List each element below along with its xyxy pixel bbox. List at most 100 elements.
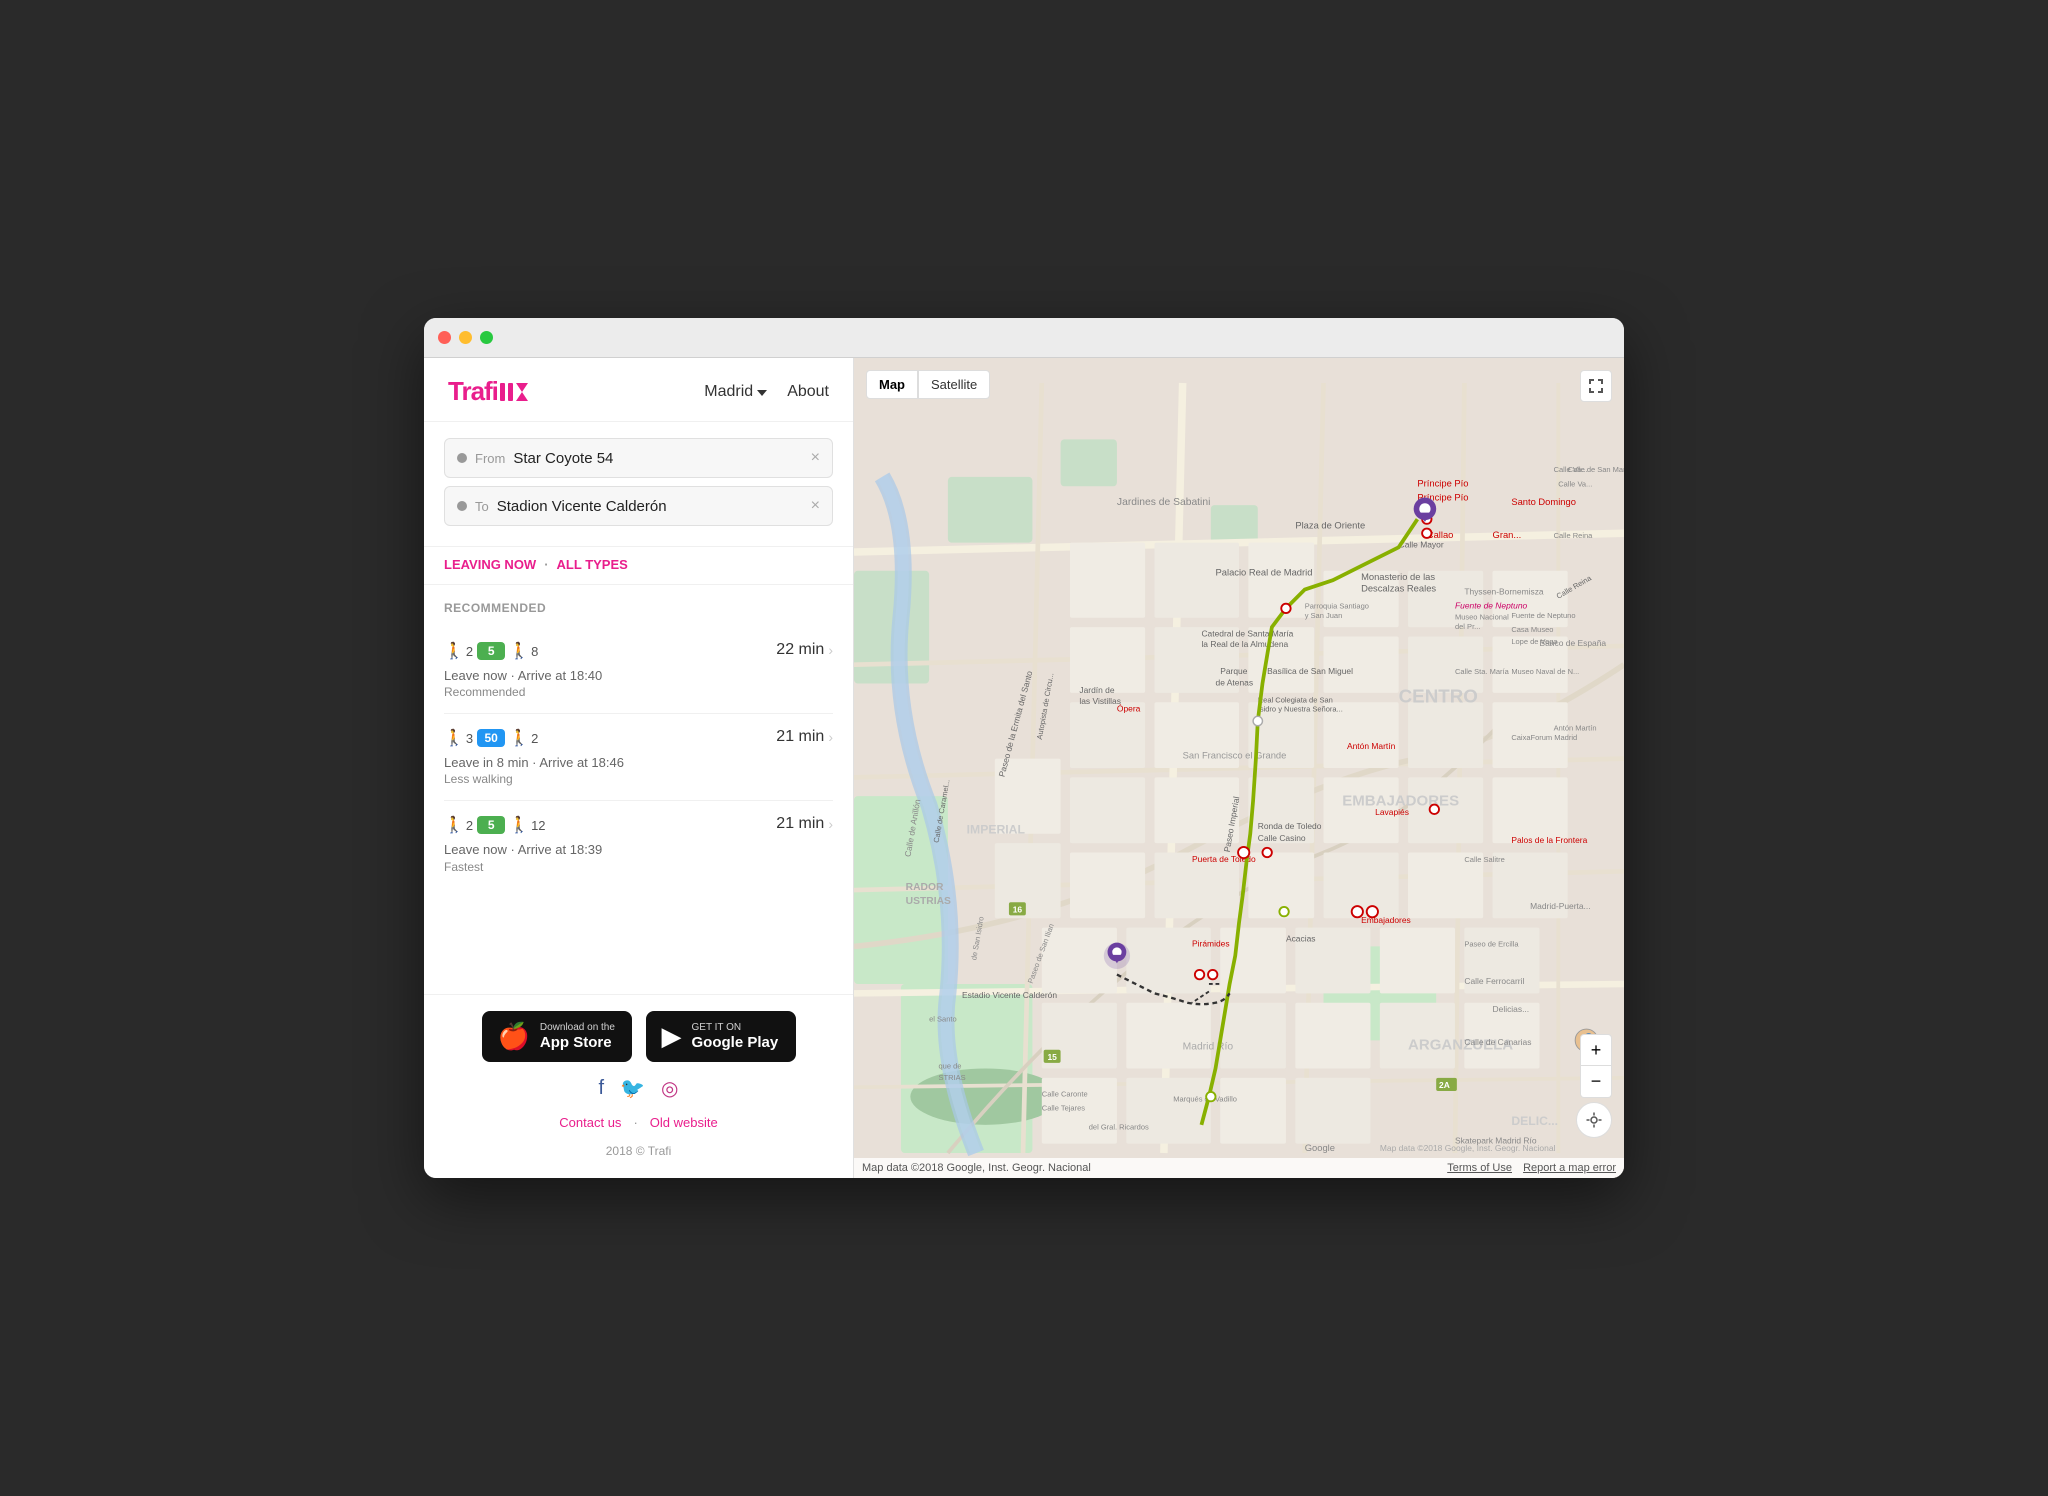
route-tag: Less walking (444, 772, 776, 786)
about-link[interactable]: About (787, 383, 829, 401)
svg-text:Lope de Vega: Lope de Vega (1511, 637, 1558, 646)
zoom-in-button[interactable]: + (1580, 1034, 1612, 1066)
svg-text:Calle Caronte: Calle Caronte (1042, 1090, 1088, 1099)
map-attribution-text: Map data ©2018 Google, Inst. Geogr. Naci… (862, 1162, 1091, 1174)
bus-badge-5b: 5 (477, 816, 505, 834)
zoom-out-button[interactable]: − (1580, 1066, 1612, 1098)
route-arrow-icon: › (828, 816, 833, 832)
svg-text:Santo Domingo: Santo Domingo (1511, 496, 1576, 507)
svg-text:Palacio Real de Madrid: Palacio Real de Madrid (1216, 567, 1313, 578)
map-container[interactable]: Calle Mayor Calle Reina Paseo Imperial C… (854, 358, 1624, 1178)
map-expand-button[interactable] (1580, 370, 1612, 402)
bus-badge-5: 5 (477, 642, 505, 660)
routes-section: RECOMMENDED 🚶 2 5 🚶 8 (424, 585, 853, 994)
walk-icon-2: 🚶 12 (509, 815, 545, 835)
svg-text:de Atenas: de Atenas (1216, 677, 1254, 687)
svg-text:Google: Google (1305, 1142, 1335, 1153)
facebook-icon[interactable]: f (599, 1077, 605, 1100)
route-time-info: Leave now · Arrive at 18:40 (444, 667, 776, 685)
svg-text:y San Juan: y San Juan (1305, 611, 1343, 620)
to-input-row[interactable]: To Stadion Vicente Calderón × (444, 486, 833, 526)
locate-button[interactable] (1576, 1102, 1612, 1138)
app-store-button[interactable]: 🍎 Download on the App Store (482, 1011, 632, 1062)
svg-text:Delicias...: Delicias... (1493, 1004, 1530, 1014)
svg-text:Plaza de Oriente: Plaza de Oriente (1295, 520, 1365, 531)
to-location-icon (457, 501, 467, 511)
all-types-filter[interactable]: ALL TYPES (557, 557, 628, 572)
from-input-row[interactable]: From Star Coyote 54 × (444, 438, 833, 478)
map-view-button[interactable]: Map (866, 370, 918, 399)
route-item[interactable]: 🚶 2 5 🚶 12 Leave now · Arrive at 18:39 F… (444, 801, 833, 887)
route-item[interactable]: 🚶 2 5 🚶 8 Leave now · Arrive at 18:40 Re… (444, 627, 833, 714)
svg-text:Descalzas Reales: Descalzas Reales (1361, 582, 1436, 593)
copyright: 2018 © Trafi (606, 1144, 672, 1158)
route-details: 🚶 2 5 🚶 12 Leave now · Arrive at 18:39 F… (444, 815, 776, 873)
svg-text:Casa Museo: Casa Museo (1511, 625, 1553, 634)
svg-text:Estadio Vicente Calderón: Estadio Vicente Calderón (962, 990, 1057, 1000)
svg-text:Catedral de Santa María: Catedral de Santa María (1201, 629, 1293, 639)
route-item[interactable]: 🚶 3 50 🚶 2 Leave in 8 min · Arrive at 18… (444, 714, 833, 801)
from-clear-button[interactable]: × (811, 449, 820, 467)
social-icons: f 🐦 ◎ (599, 1076, 679, 1101)
route-icons: 🚶 2 5 🚶 12 (444, 815, 776, 835)
walk-icon-1: 🚶 2 (444, 641, 473, 661)
svg-text:Antón Martín: Antón Martín (1554, 723, 1597, 732)
svg-text:Marqués de Vadillo: Marqués de Vadillo (1173, 1094, 1237, 1103)
to-clear-button[interactable]: × (811, 497, 820, 515)
map-svg: Calle Mayor Calle Reina Paseo Imperial C… (854, 358, 1624, 1178)
route-details: 🚶 2 5 🚶 8 Leave now · Arrive at 18:40 Re… (444, 641, 776, 699)
route-time-info: Leave now · Arrive at 18:39 (444, 841, 776, 859)
instagram-icon[interactable]: ◎ (661, 1076, 678, 1101)
svg-text:Ronda de Toledo: Ronda de Toledo (1258, 821, 1322, 831)
apple-icon: 🍎 (498, 1021, 530, 1052)
routes-section-label: RECOMMENDED (444, 601, 833, 615)
walk-icon-2: 🚶 8 (509, 641, 538, 661)
svg-text:Paseo de Ercilla: Paseo de Ercilla (1464, 939, 1519, 948)
from-location-icon (457, 453, 467, 463)
to-value: Stadion Vicente Calderón (497, 498, 803, 515)
svg-text:STRIAS: STRIAS (939, 1073, 966, 1082)
svg-text:DELIC...: DELIC... (1511, 1114, 1558, 1128)
expand-icon (1588, 378, 1604, 394)
svg-text:el Santo: el Santo (929, 1015, 957, 1024)
svg-text:que de: que de (939, 1061, 962, 1070)
app-store-line2: App Store (540, 1034, 615, 1052)
city-selector[interactable]: Madrid (704, 383, 767, 401)
svg-text:del Gral. Ricardos: del Gral. Ricardos (1089, 1123, 1149, 1132)
svg-text:Calle de Canarias: Calle de Canarias (1464, 1037, 1531, 1047)
leaving-now-filter[interactable]: LEAVING NOW (444, 557, 536, 572)
svg-text:del Pr...: del Pr... (1455, 622, 1480, 631)
route-icons: 🚶 2 5 🚶 8 (444, 641, 776, 661)
route-arrow-icon: › (828, 642, 833, 658)
walk-icon-2: 🚶 2 (509, 728, 538, 748)
svg-text:San Francisco el Grande: San Francisco el Grande (1183, 750, 1287, 761)
svg-text:Calle Casino: Calle Casino (1258, 833, 1306, 843)
svg-text:Parque: Parque (1220, 666, 1248, 676)
chevron-down-icon (757, 390, 767, 396)
old-website-link[interactable]: Old website (650, 1115, 718, 1130)
logo-icon (500, 381, 528, 403)
svg-text:Isidro y Nuestra Señora...: Isidro y Nuestra Señora... (1258, 705, 1343, 714)
svg-text:Basílica de San Miguel: Basílica de San Miguel (1267, 666, 1353, 676)
minimize-button[interactable] (459, 331, 472, 344)
close-button[interactable] (438, 331, 451, 344)
google-play-button[interactable]: ▶ GET IT ON Google Play (646, 1011, 796, 1062)
walk-icon-1: 🚶 2 (444, 815, 473, 835)
contact-us-link[interactable]: Contact us (559, 1115, 621, 1130)
terms-link[interactable]: Terms of Use (1447, 1162, 1512, 1174)
route-details: 🚶 3 50 🚶 2 Leave in 8 min · Arrive at 18… (444, 728, 776, 786)
route-duration: 21 min › (776, 728, 833, 746)
twitter-icon[interactable]: 🐦 (620, 1076, 645, 1101)
svg-text:las Vistillas: las Vistillas (1079, 696, 1121, 706)
app-store-line1: Download on the (540, 1022, 615, 1034)
svg-text:Pirámides: Pirámides (1192, 938, 1230, 948)
svg-text:Calle Ferrocarril: Calle Ferrocarril (1464, 976, 1524, 986)
svg-text:Palos de la Frontera: Palos de la Frontera (1511, 835, 1587, 845)
svg-text:Real Colegiata de San: Real Colegiata de San (1258, 695, 1333, 704)
route-duration: 21 min › (776, 815, 833, 833)
satellite-view-button[interactable]: Satellite (918, 370, 990, 399)
bus-badge-50: 50 (477, 729, 505, 747)
maximize-button[interactable] (480, 331, 493, 344)
svg-text:Skatepark Madrid Río: Skatepark Madrid Río (1455, 1136, 1537, 1146)
report-link[interactable]: Report a map error (1523, 1162, 1616, 1174)
